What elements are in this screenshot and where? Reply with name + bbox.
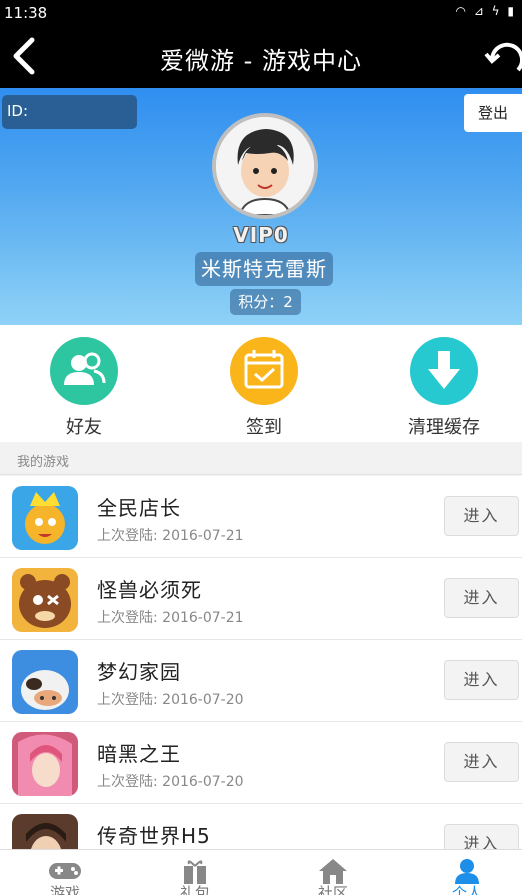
user-id-field: ID:	[2, 95, 137, 129]
username-label: 米斯特克雷斯	[195, 252, 333, 286]
tab-gifts[interactable]: 礼包	[130, 850, 260, 895]
game-icon-chuanqi[interactable]	[12, 814, 78, 849]
game-icon-menghuan[interactable]	[12, 650, 78, 714]
tab-community[interactable]: 社区	[268, 850, 398, 895]
enter-button[interactable]: 进入	[444, 824, 519, 849]
tab-label: 礼包	[179, 884, 210, 895]
quick-actions: 好友 签到 清理缓存	[0, 325, 522, 442]
game-name: 全民店长	[97, 496, 181, 520]
charging-icon: ϟ	[491, 4, 502, 18]
wifi-icon: ◠	[455, 4, 468, 18]
tab-games[interactable]: 游戏	[0, 850, 130, 895]
friends-icon	[50, 337, 118, 405]
game-last-login: 上次登陆: 2016-07-21	[97, 610, 244, 626]
avatar[interactable]	[212, 113, 318, 219]
status-icons: ◠ ⊿ ϟ ▮	[455, 4, 516, 18]
tab-label: 个人	[451, 884, 482, 895]
game-last-login: 上次登陆: 2016-07-20	[97, 692, 244, 708]
tab-profile[interactable]: 个人	[402, 850, 522, 895]
enter-button[interactable]: 进入	[444, 742, 519, 782]
battery-icon: ▮	[507, 4, 516, 18]
calendar-check-icon	[230, 337, 298, 405]
game-list: 全民店长 上次登陆: 2016-07-21 进入 怪兽必须死 上次登陆: 201…	[0, 476, 522, 849]
enter-button[interactable]: 进入	[444, 660, 519, 700]
list-item[interactable]: 梦幻家园 上次登陆: 2016-07-20 进入	[0, 640, 522, 722]
logout-button[interactable]: 登出	[464, 94, 522, 132]
game-last-login: 上次登陆: 2016-07-20	[97, 774, 244, 790]
clear-cache-button[interactable]: 清理缓存	[374, 337, 514, 439]
profile-banner: ID: 登出 VIP0 米斯特克雷斯 积分：2	[0, 88, 522, 325]
game-icon-guaishou[interactable]	[12, 568, 78, 632]
game-last-login: 上次登陆: 2016-07-21	[97, 528, 244, 544]
tab-label: 游戏	[49, 884, 80, 895]
bottom-tab-bar: 游戏 礼包 社区 个人	[0, 849, 522, 895]
gamepad-icon	[0, 858, 130, 884]
list-item[interactable]: 暗黑之王 上次登陆: 2016-07-20 进入	[0, 722, 522, 804]
game-icon-anhei[interactable]	[12, 732, 78, 796]
status-time: 11:38	[4, 4, 48, 22]
tab-label: 社区	[317, 884, 348, 895]
enter-button[interactable]: 进入	[444, 578, 519, 618]
my-games-heading: 我的游戏	[0, 442, 522, 475]
game-icon-quanmin[interactable]	[12, 486, 78, 550]
no-signal-icon: ⊿	[473, 4, 486, 18]
home-icon	[268, 858, 398, 884]
game-name: 暗黑之王	[97, 742, 181, 766]
friends-button[interactable]: 好友	[14, 337, 154, 439]
page-title: 爱微游 - 游戏中心	[160, 47, 362, 75]
gift-icon	[130, 858, 260, 884]
game-name: 传奇世界H5	[97, 824, 211, 848]
checkin-button[interactable]: 签到	[194, 337, 334, 439]
list-item[interactable]: 怪兽必须死 上次登陆: 2016-07-21 进入	[0, 558, 522, 640]
status-bar: 11:38 ◠ ⊿ ϟ ▮	[0, 0, 522, 26]
list-item[interactable]: 传奇世界H5 进入	[0, 804, 522, 849]
list-item[interactable]: 全民店长 上次登陆: 2016-07-21 进入	[0, 476, 522, 558]
game-name: 怪兽必须死	[97, 578, 202, 602]
vip-level-badge: VIP0	[233, 223, 289, 247]
enter-button[interactable]: 进入	[444, 496, 519, 536]
title-bar: 爱微游 - 游戏中心	[0, 26, 522, 88]
download-arrow-icon	[410, 337, 478, 405]
clear-cache-label: 清理缓存	[408, 417, 480, 438]
points-label: 积分：2	[230, 289, 301, 315]
checkin-label: 签到	[246, 417, 282, 438]
game-name: 梦幻家园	[97, 660, 181, 684]
refresh-icon[interactable]	[484, 38, 522, 78]
friends-label: 好友	[66, 417, 102, 438]
person-icon	[402, 858, 522, 884]
